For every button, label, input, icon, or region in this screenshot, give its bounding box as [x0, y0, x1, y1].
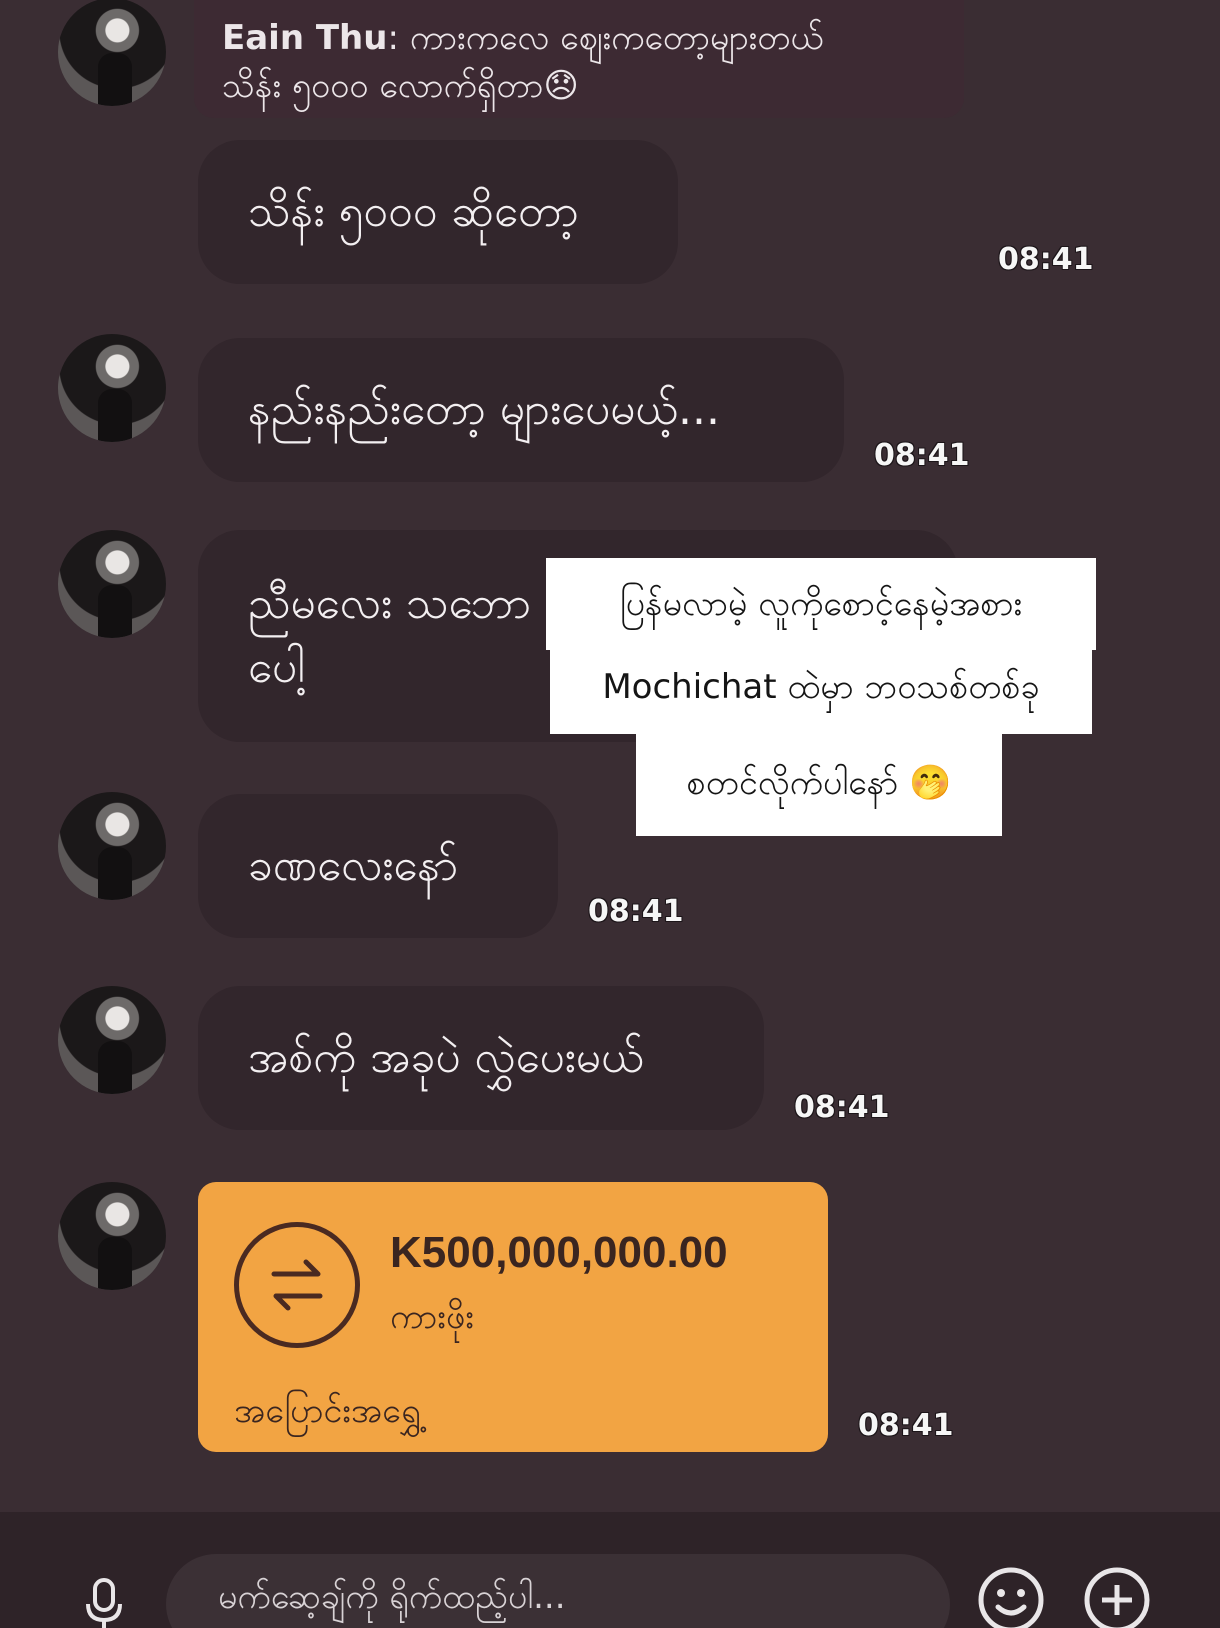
reply-text-line1: ကားကလေ ဈေးကတော့များတယ် — [409, 18, 824, 58]
reply-separator: : — [387, 18, 399, 58]
caption-line-3: စတင်လိုက်ပါနော် 🤭 — [636, 730, 1002, 836]
reply-sender-name: Eain Thu — [222, 18, 388, 58]
avatar[interactable] — [58, 334, 166, 442]
message-bubble[interactable]: သိန်း ၅၀၀၀ ဆိုတော့ — [198, 140, 678, 284]
reply-text-line2: သိန်း ၅၀၀၀ လောက်ရှိတာ😞 — [222, 66, 579, 106]
smiley-icon[interactable] — [976, 1567, 1046, 1628]
avatar[interactable] — [58, 1182, 166, 1290]
message-bubble[interactable]: အစ်ကို အခုပဲ လွှဲပေးမယ် — [198, 986, 764, 1130]
message-input-placeholder: မက်ဆေ့ချ်ကို ရိုက်ထည့်ပါ... — [218, 1577, 566, 1617]
caption-line-2: Mochichat ထဲမှာ ဘဝသစ်တစ်ခု — [550, 640, 1092, 734]
message-text: ခဏလေးနော် — [248, 840, 459, 891]
avatar[interactable] — [58, 986, 166, 1094]
message-time: 08:41 — [794, 1090, 890, 1125]
message-time: 08:41 — [874, 438, 970, 473]
avatar[interactable] — [58, 530, 166, 638]
plus-circle-icon[interactable] — [1082, 1567, 1152, 1628]
message-text-line1: ညီမလေး သဘော — [248, 578, 532, 629]
transfer-card[interactable]: K500,000,000.00 ကားဖိုး အပြောင်းအရွှေ့ — [198, 1182, 828, 1452]
reply-preview[interactable]: Eain Thu: ကားကလေ ဈေးကတော့များတယ် သိန်း ၅… — [194, 0, 964, 118]
message-text: သိန်း ၅၀၀၀ ဆိုတော့ — [248, 186, 579, 237]
microphone-icon[interactable] — [76, 1574, 132, 1628]
message-text-line2: ပေါ့ — [248, 642, 305, 693]
transfer-arrows-icon — [234, 1222, 360, 1348]
transfer-subtitle: ကားဖိုး — [390, 1297, 474, 1337]
caption-line-1: ပြန်မလာမဲ့ လူကိုစောင့်နေမဲ့အစား — [546, 558, 1096, 650]
message-time: 08:41 — [998, 242, 1094, 277]
message-time: 08:41 — [858, 1408, 954, 1443]
message-bubble[interactable]: ခဏလေးနော် — [198, 794, 558, 938]
message-time: 08:41 — [588, 894, 684, 929]
avatar[interactable] — [58, 0, 166, 106]
transfer-amount: K500,000,000.00 — [390, 1228, 728, 1277]
message-text: နည်းနည်းတော့ များပေမယ့်... — [248, 384, 720, 435]
transfer-label: အပြောင်းအရွှေ့ — [234, 1391, 421, 1431]
message-bubble[interactable]: နည်းနည်းတော့ များပေမယ့်... — [198, 338, 844, 482]
message-text: အစ်ကို အခုပဲ လွှဲပေးမယ် — [248, 1032, 644, 1083]
message-input[interactable]: မက်ဆေ့ချ်ကို ရိုက်ထည့်ပါ... — [166, 1554, 950, 1628]
avatar[interactable] — [58, 792, 166, 900]
